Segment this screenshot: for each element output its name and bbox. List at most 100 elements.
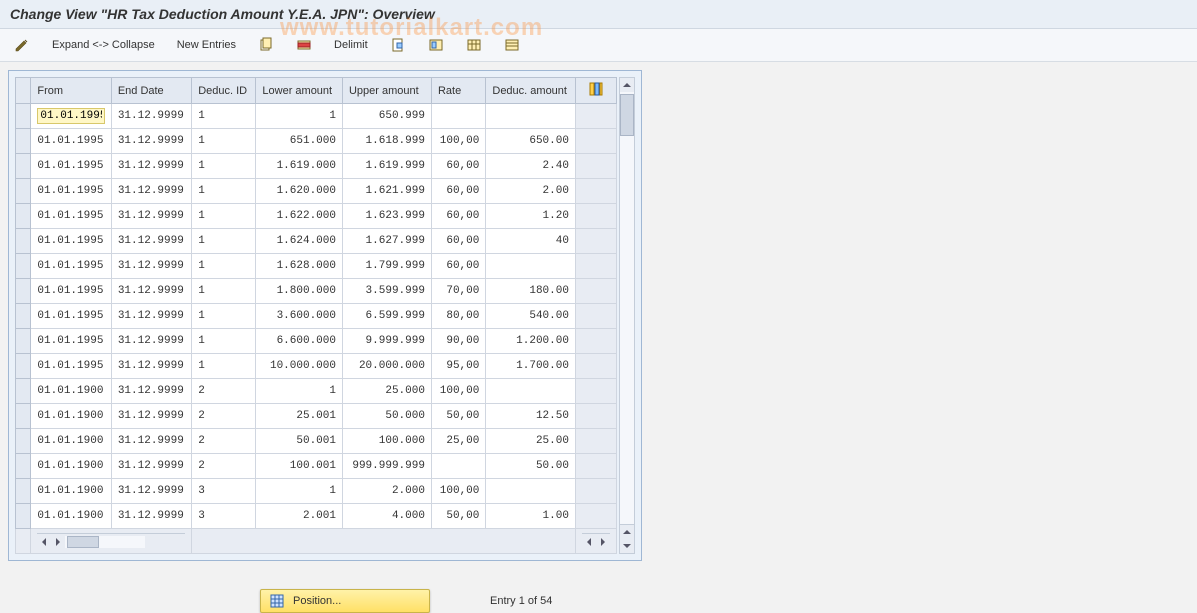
cell-deduc-amt[interactable]: 1.700.00 [486, 354, 576, 379]
cell-upper[interactable]: 4.000 [342, 504, 431, 529]
cell-end[interactable]: 31.12.9999 [111, 154, 191, 179]
cell-deduc-amt[interactable]: 1.00 [486, 504, 576, 529]
cell-rate[interactable]: 90,00 [431, 329, 485, 354]
table-row[interactable]: 01.01.199531.12.999911.628.0001.799.9996… [16, 254, 617, 279]
row-selector[interactable] [16, 254, 31, 279]
table-row[interactable]: 01.01.199531.12.999916.600.0009.999.9999… [16, 329, 617, 354]
cell-from[interactable]: 01.01.1900 [31, 454, 111, 479]
cell-deduc-amt[interactable]: 1.200.00 [486, 329, 576, 354]
cell-from[interactable]: 01.01.1995 [31, 229, 111, 254]
table-row[interactable]: 01.01.199531.12.999911.624.0001.627.9996… [16, 229, 617, 254]
cell-upper[interactable]: 2.000 [342, 479, 431, 504]
row-selector[interactable] [16, 204, 31, 229]
cell-deduc-amt[interactable]: 650.00 [486, 129, 576, 154]
cell-lower[interactable]: 1 [256, 479, 343, 504]
table-row[interactable]: 01.01.190031.12.9999312.000100,00 [16, 479, 617, 504]
cell-end[interactable]: 31.12.9999 [111, 504, 191, 529]
delimit-button[interactable]: Delimit [330, 37, 372, 53]
cell-upper[interactable]: 50.000 [342, 404, 431, 429]
cell-lower[interactable]: 50.001 [256, 429, 343, 454]
cell-deduc-amt[interactable]: 180.00 [486, 279, 576, 304]
row-selector[interactable] [16, 279, 31, 304]
row-selector[interactable] [16, 329, 31, 354]
table-row[interactable]: 01.01.199531.12.999913.600.0006.599.9998… [16, 304, 617, 329]
cell-from[interactable]: 01.01.1995 [31, 129, 111, 154]
table-row[interactable]: 01.01.190031.12.9999250.001100.00025,002… [16, 429, 617, 454]
cell-deduc-id[interactable]: 1 [192, 354, 256, 379]
toggle-display-change-button[interactable] [10, 35, 34, 55]
cell-rate[interactable]: 60,00 [431, 229, 485, 254]
row-selector-header[interactable] [16, 78, 31, 104]
table-row[interactable]: 01.01.190031.12.99992100.001999.999.9995… [16, 454, 617, 479]
cell-deduc-id[interactable]: 1 [192, 304, 256, 329]
cell-rate[interactable]: 25,00 [431, 429, 485, 454]
cell-lower[interactable]: 1.628.000 [256, 254, 343, 279]
row-selector[interactable] [16, 429, 31, 454]
cell-deduc-amt[interactable]: 50.00 [486, 454, 576, 479]
cell-rate[interactable]: 100,00 [431, 479, 485, 504]
table-row[interactable]: 01.01.199531.12.999911.619.0001.619.9996… [16, 154, 617, 179]
cell-upper[interactable]: 999.999.999 [342, 454, 431, 479]
cell-rate[interactable]: 80,00 [431, 304, 485, 329]
cell-rate[interactable]: 95,00 [431, 354, 485, 379]
deselect-all-button[interactable] [424, 35, 448, 55]
scroll-right-button-2[interactable] [596, 535, 610, 549]
cell-upper[interactable]: 25.000 [342, 379, 431, 404]
col-upper[interactable]: Upper amount [342, 78, 431, 104]
cell-from[interactable]: 01.01.1900 [31, 404, 111, 429]
delete-button[interactable] [292, 35, 316, 55]
cell-deduc-id[interactable]: 2 [192, 454, 256, 479]
cell-upper[interactable]: 650.999 [342, 104, 431, 129]
col-deduc-id[interactable]: Deduc. ID [192, 78, 256, 104]
copy-button[interactable] [254, 35, 278, 55]
cell-end[interactable]: 31.12.9999 [111, 404, 191, 429]
cell-upper[interactable]: 1.619.999 [342, 154, 431, 179]
cell-deduc-amt[interactable]: 2.40 [486, 154, 576, 179]
table-row[interactable]: 01.01.190031.12.9999225.00150.00050,0012… [16, 404, 617, 429]
cell-rate[interactable]: 70,00 [431, 279, 485, 304]
cell-deduc-amt[interactable]: 12.50 [486, 404, 576, 429]
row-selector[interactable] [16, 229, 31, 254]
cell-end[interactable]: 31.12.9999 [111, 204, 191, 229]
cell-upper[interactable]: 1.623.999 [342, 204, 431, 229]
row-selector[interactable] [16, 104, 31, 129]
row-selector[interactable] [16, 454, 31, 479]
cell-lower[interactable]: 6.600.000 [256, 329, 343, 354]
cell-lower[interactable]: 1 [256, 104, 343, 129]
cell-lower[interactable]: 1.619.000 [256, 154, 343, 179]
table-row[interactable]: 01.01.190031.12.99992125.000100,00 [16, 379, 617, 404]
cell-end[interactable]: 31.12.9999 [111, 354, 191, 379]
cell-deduc-amt[interactable]: 2.00 [486, 179, 576, 204]
cell-lower[interactable]: 1 [256, 379, 343, 404]
cell-from[interactable]: 01.01.1995 [31, 279, 111, 304]
vertical-scrollbar[interactable] [619, 77, 635, 554]
cell-deduc-amt[interactable] [486, 379, 576, 404]
position-button[interactable]: Position... [260, 589, 430, 613]
cell-from[interactable] [31, 104, 111, 129]
row-selector[interactable] [16, 504, 31, 529]
cell-deduc-id[interactable]: 2 [192, 429, 256, 454]
select-all-button[interactable] [386, 35, 410, 55]
cell-deduc-id[interactable]: 1 [192, 204, 256, 229]
col-lower[interactable]: Lower amount [256, 78, 343, 104]
cell-from[interactable]: 01.01.1995 [31, 179, 111, 204]
cell-upper[interactable]: 1.799.999 [342, 254, 431, 279]
configure-columns[interactable] [575, 78, 616, 104]
print-button[interactable] [500, 35, 524, 55]
cell-end[interactable]: 31.12.9999 [111, 329, 191, 354]
cell-rate[interactable]: 50,00 [431, 404, 485, 429]
cell-deduc-amt[interactable]: 40 [486, 229, 576, 254]
cell-lower[interactable]: 10.000.000 [256, 354, 343, 379]
cell-lower[interactable]: 25.001 [256, 404, 343, 429]
cell-upper[interactable]: 9.999.999 [342, 329, 431, 354]
col-end[interactable]: End Date [111, 78, 191, 104]
cell-upper[interactable]: 20.000.000 [342, 354, 431, 379]
cell-deduc-id[interactable]: 1 [192, 129, 256, 154]
col-deduc-amt[interactable]: Deduc. amount [486, 78, 576, 104]
cell-lower[interactable]: 651.000 [256, 129, 343, 154]
cell-lower[interactable]: 1.800.000 [256, 279, 343, 304]
scroll-up-indicator[interactable] [620, 524, 634, 539]
table-row[interactable]: 01.01.190031.12.999932.0014.00050,001.00 [16, 504, 617, 529]
cell-deduc-id[interactable]: 3 [192, 479, 256, 504]
cell-end[interactable]: 31.12.9999 [111, 429, 191, 454]
